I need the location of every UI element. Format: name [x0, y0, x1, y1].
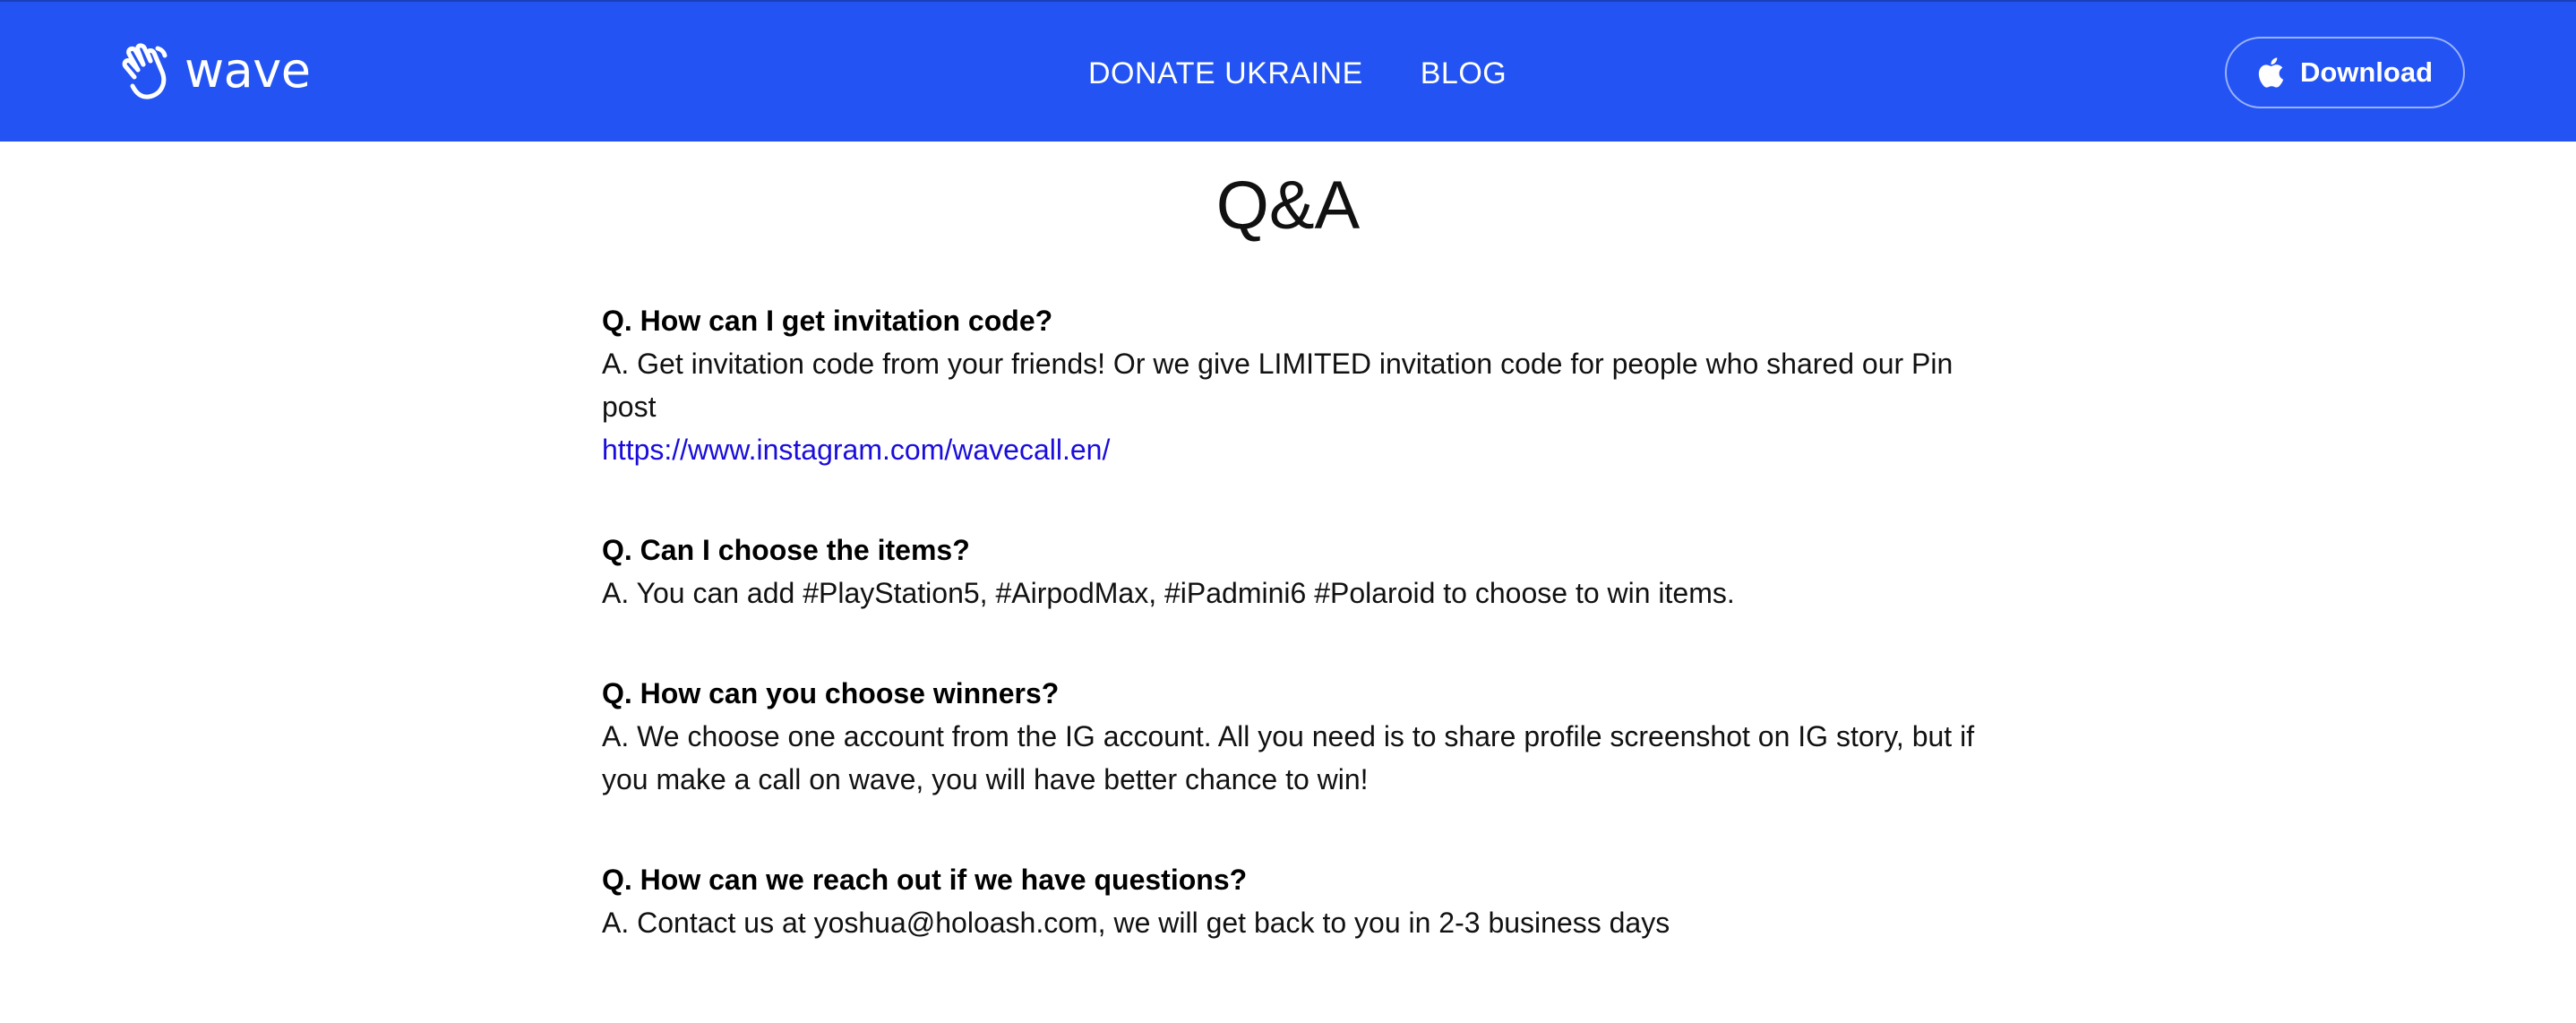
faq-item: Q. How can you choose winners? A. We cho…	[602, 672, 1999, 801]
download-button-label: Download	[2299, 56, 2434, 88]
main-nav: DONATE UKRAINE BLOG	[1088, 54, 1507, 93]
waving-hand-icon	[122, 43, 167, 99]
apple-icon	[2258, 57, 2284, 88]
instagram-link[interactable]: https://www.instagram.com/wavecall.en/	[602, 428, 1999, 471]
faq-question: Q. How can I get invitation code?	[602, 305, 1053, 337]
faq-question: Q. How can you choose winners?	[602, 677, 1060, 709]
faq-answer: A. Contact us at yoshua@holoash.com, we …	[602, 907, 1670, 939]
nav-link-donate-ukraine[interactable]: DONATE UKRAINE	[1088, 54, 1363, 93]
download-button[interactable]: Download	[2225, 37, 2465, 108]
faq-item: Q. How can I get invitation code? A. Get…	[602, 299, 1999, 471]
faq-answer: A. You can add #PlayStation5, #AirpodMax…	[602, 577, 1735, 609]
faq-item: Q. Can I choose the items? A. You can ad…	[602, 529, 1999, 615]
brand-logo-link[interactable]: wave	[118, 41, 311, 100]
page-title: Q&A	[1215, 168, 1361, 244]
brand-name: wave	[185, 42, 311, 99]
top-navbar: wave DONATE UKRAINE BLOG Download	[0, 0, 2576, 142]
faq-list: Q. How can I get invitation code? A. Get…	[602, 299, 1999, 1002]
faq-question: Q. Can I choose the items?	[602, 534, 970, 566]
faq-question: Q. How can we reach out if we have quest…	[602, 864, 1248, 896]
faq-answer: A. Get invitation code from your friends…	[602, 348, 1953, 423]
faq-answer: A. We choose one account from the IG acc…	[602, 720, 1975, 795]
nav-link-blog[interactable]: BLOG	[1421, 54, 1507, 93]
faq-item: Q. How can we reach out if we have quest…	[602, 858, 1999, 944]
